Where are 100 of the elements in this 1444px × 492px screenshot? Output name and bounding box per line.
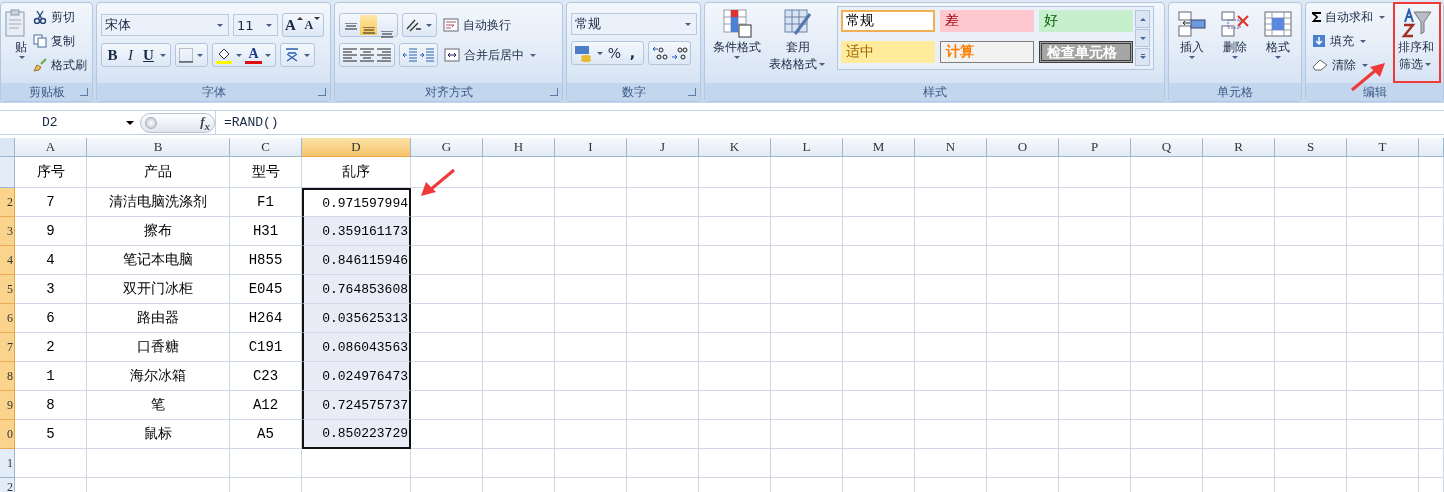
row-header[interactable]: 0 xyxy=(0,420,15,449)
column-header[interactable]: R xyxy=(1203,138,1275,157)
sort-filter-button[interactable]: 排序和 筛选 xyxy=(1393,6,1439,74)
column-header[interactable]: G xyxy=(411,138,483,157)
column-header[interactable]: N xyxy=(915,138,987,157)
column-header[interactable]: H xyxy=(483,138,555,157)
vertical-align-button[interactable] xyxy=(360,15,377,35)
column-header[interactable]: A xyxy=(15,138,87,157)
splitter-handle[interactable] xyxy=(145,116,157,129)
table-format-button[interactable]: 套用 表格格式 xyxy=(769,6,827,74)
fill-bucket-icon[interactable] xyxy=(215,46,233,64)
column-header[interactable]: S xyxy=(1275,138,1347,157)
number-format-dropdown[interactable]: 常规 xyxy=(571,13,697,35)
font-name-dropdown[interactable]: 宋体 xyxy=(101,14,229,36)
cell-style-swatch[interactable]: 适中 xyxy=(841,40,935,63)
row-header[interactable]: 5 xyxy=(0,275,15,304)
column-header[interactable] xyxy=(1419,138,1444,157)
italic-button[interactable]: I xyxy=(122,45,139,65)
scroll-up-button[interactable] xyxy=(1135,10,1150,28)
caret-icon[interactable] xyxy=(265,53,271,57)
row-header[interactable]: 4 xyxy=(0,246,15,275)
merge-center-button[interactable]: 合并后居中 xyxy=(442,44,540,66)
formula-field[interactable]: =RAND() xyxy=(215,110,1444,135)
column-header[interactable]: D xyxy=(302,138,411,157)
dialog-launcher-icon[interactable] xyxy=(550,88,558,96)
dialog-launcher-icon[interactable] xyxy=(318,88,326,96)
increase-indent-icon[interactable] xyxy=(419,48,435,62)
grow-font-button[interactable]: A xyxy=(285,15,303,35)
insert-function-button[interactable]: f$_{x}$ xyxy=(200,113,210,132)
scroll-down-button[interactable] xyxy=(1135,29,1150,47)
row-header[interactable]: 8 xyxy=(0,362,15,391)
percent-button[interactable]: % xyxy=(606,43,623,63)
increase-decimal-icon[interactable] xyxy=(651,45,669,61)
caret-icon[interactable] xyxy=(197,53,203,57)
insert-button[interactable]: 插入 xyxy=(1173,6,1212,61)
bold-button[interactable]: B xyxy=(104,45,121,65)
row-header[interactable]: 2 xyxy=(0,478,15,492)
dialog-launcher-icon[interactable] xyxy=(80,88,88,96)
column-header[interactable]: M xyxy=(843,138,915,157)
column-header[interactable]: B xyxy=(87,138,230,157)
column-header[interactable]: L xyxy=(771,138,843,157)
dialog-launcher-icon[interactable] xyxy=(688,88,696,96)
caret-icon[interactable] xyxy=(160,53,166,57)
format-button[interactable]: 格式 xyxy=(1258,6,1297,61)
align-center-icon[interactable] xyxy=(359,48,375,62)
row-header[interactable]: 3 xyxy=(0,217,15,246)
cell-style-swatch[interactable]: 差 xyxy=(940,10,1034,32)
table-cell xyxy=(627,217,699,246)
column-header[interactable]: K xyxy=(699,138,771,157)
paste-button[interactable]: 贴 xyxy=(5,6,27,61)
currency-icon[interactable] xyxy=(574,44,594,62)
table-cell xyxy=(699,217,771,246)
fill-button[interactable]: 填充 xyxy=(1310,30,1389,52)
table-cell xyxy=(915,246,987,275)
font-size-dropdown[interactable]: 11 xyxy=(233,14,278,36)
more-button[interactable] xyxy=(1135,48,1150,66)
row-header[interactable]: 1 xyxy=(0,449,15,478)
copy-button[interactable]: 复制 xyxy=(31,30,89,52)
cut-button[interactable]: 剪切 xyxy=(31,6,89,28)
decrease-indent-icon[interactable] xyxy=(402,48,418,62)
cell-style-swatch[interactable]: 好 xyxy=(1039,10,1133,32)
column-header[interactable]: J xyxy=(627,138,699,157)
align-left-icon[interactable] xyxy=(342,48,358,62)
row-header[interactable]: 2 xyxy=(0,188,15,217)
caret-icon[interactable] xyxy=(236,53,242,57)
table-cell xyxy=(1131,391,1203,420)
row-header[interactable]: 6 xyxy=(0,304,15,333)
row-header[interactable] xyxy=(0,157,15,188)
column-header[interactable]: T xyxy=(1347,138,1419,157)
decrease-decimal-icon[interactable] xyxy=(670,45,688,61)
underline-button[interactable]: U xyxy=(140,45,157,65)
shrink-font-button[interactable]: A xyxy=(303,15,321,35)
caret-icon[interactable] xyxy=(426,23,432,27)
comma-button[interactable]: , xyxy=(624,43,641,63)
font-color-button[interactable]: A xyxy=(245,46,262,64)
table-cell: 口香糖 xyxy=(87,333,230,362)
caret-icon[interactable] xyxy=(597,51,603,55)
row-header[interactable]: 9 xyxy=(0,391,15,420)
column-header[interactable]: P xyxy=(1059,138,1131,157)
merge-cells-icon xyxy=(444,48,460,62)
caret-icon[interactable] xyxy=(304,53,310,57)
name-box[interactable]: D2 xyxy=(0,115,140,130)
align-right-icon[interactable] xyxy=(376,48,392,62)
autosum-button[interactable]: 自动求和 xyxy=(1310,6,1389,28)
column-header[interactable]: O xyxy=(987,138,1059,157)
column-header[interactable]: C xyxy=(230,138,302,157)
wrap-text-button[interactable]: 自动换行 xyxy=(441,14,513,36)
row-header[interactable]: 7 xyxy=(0,333,15,362)
format-painter-button[interactable]: 格式刷 xyxy=(31,54,89,76)
sort-funnel-icon xyxy=(1400,8,1432,38)
cell-style-swatch[interactable]: 常规 xyxy=(841,10,935,32)
conditional-format-button[interactable]: 条件格式 xyxy=(709,6,765,61)
phonetic-guide-icon[interactable] xyxy=(283,46,301,64)
delete-button[interactable]: 删除 xyxy=(1215,6,1255,61)
column-header[interactable]: I xyxy=(555,138,627,157)
table-cell xyxy=(411,275,483,304)
border-icon[interactable] xyxy=(178,47,194,63)
column-header[interactable]: Q xyxy=(1131,138,1203,157)
table-cell xyxy=(1203,362,1275,391)
text-angle-icon[interactable] xyxy=(405,17,423,33)
